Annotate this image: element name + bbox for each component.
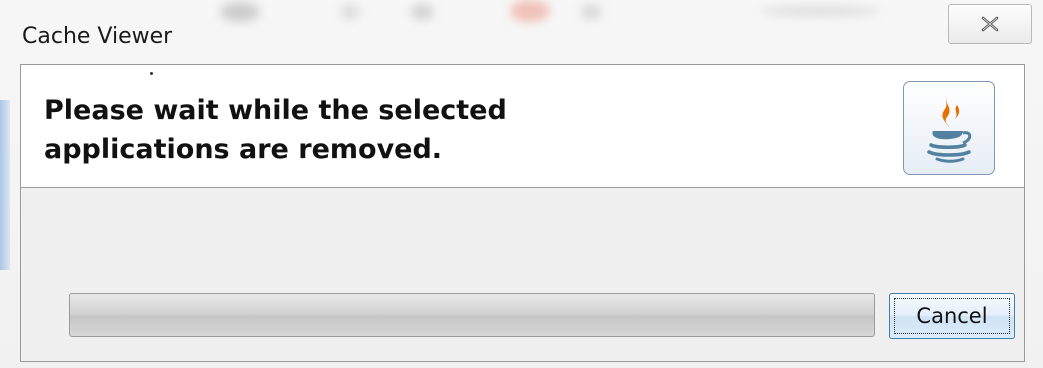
java-icon [903, 81, 995, 175]
progress-bar [69, 293, 875, 337]
dialog-header: Please wait while the selected applicati… [21, 65, 1024, 188]
background-blur [0, 0, 1043, 26]
status-message: Please wait while the selected applicati… [44, 95, 507, 165]
dialog-window: Cache Viewer Please wait while the selec… [0, 0, 1043, 368]
window-edge-decoration [0, 100, 10, 270]
dialog-client-area: Please wait while the selected applicati… [20, 64, 1025, 362]
header-dot [150, 72, 153, 75]
close-icon [981, 16, 999, 32]
cancel-button[interactable]: Cancel [889, 293, 1015, 339]
focus-ring [894, 298, 1010, 334]
close-button[interactable] [948, 4, 1032, 44]
window-title: Cache Viewer [22, 24, 173, 49]
